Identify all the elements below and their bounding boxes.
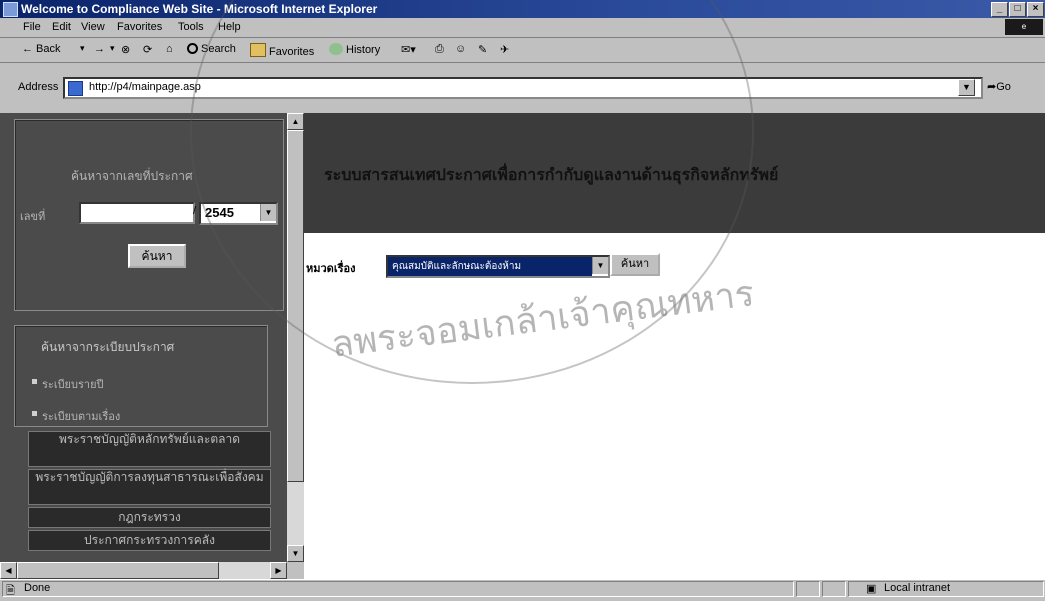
scroll-thumb[interactable] bbox=[287, 130, 304, 482]
home-icon[interactable]: ⌂ bbox=[166, 43, 173, 55]
favorites-icon bbox=[250, 43, 266, 57]
number-search-button[interactable]: ค้นหา bbox=[128, 244, 186, 268]
category-select[interactable]: คุณสมบัติและลักษณะต้องห้าม ▼ bbox=[386, 255, 610, 278]
nav-securities-act[interactable]: พระราชบัญญัติหลักทรัพย์และตลาด bbox=[28, 431, 271, 467]
history-icon bbox=[329, 43, 343, 55]
history-label: History bbox=[346, 44, 381, 56]
left-frame-vertical-scrollbar[interactable]: ▲ ▼ bbox=[287, 113, 304, 562]
search-icon bbox=[187, 43, 198, 54]
category-search-heading: ค้นหาจากระเบียบประกาศ bbox=[41, 340, 175, 354]
menu-favorites[interactable]: Favorites bbox=[117, 21, 162, 33]
header-banner: ระบบสารสนเทศประกาศเพื่อการกำกับดูแลงานด้… bbox=[304, 113, 1045, 233]
address-url[interactable]: http://p4/mainpage.asp bbox=[89, 81, 201, 93]
status-done-icon: 🗎 bbox=[6, 585, 15, 597]
window-title: Welcome to Compliance Web Site - Microso… bbox=[21, 2, 378, 16]
category-value: คุณสมบัติและลักษณะต้องห้าม bbox=[388, 257, 592, 276]
number-input[interactable] bbox=[79, 202, 195, 224]
status-text: Done bbox=[24, 582, 51, 594]
bullet-icon bbox=[32, 411, 37, 416]
year-select[interactable]: 2545 ▼ bbox=[199, 202, 278, 225]
scroll-thumb[interactable] bbox=[17, 562, 219, 579]
nav-finance-ministry-notice[interactable]: ประกาศกระทรวงการคลัง bbox=[28, 530, 271, 551]
close-button[interactable]: × bbox=[1027, 2, 1044, 17]
title-bar: Welcome to Compliance Web Site - Microso… bbox=[0, 0, 1045, 18]
yearly-link[interactable]: ระเบียบรายปี bbox=[42, 375, 104, 393]
toolbar: ← Back ▾ → ▾ ⊗ ⟳ ⌂ Search Favorites Hist… bbox=[0, 38, 1045, 63]
category-search-button[interactable]: ค้นหา bbox=[610, 253, 660, 276]
menu-file[interactable]: File bbox=[23, 21, 41, 33]
chevron-down-icon[interactable]: ▼ bbox=[260, 204, 276, 221]
scroll-up-icon[interactable]: ▲ bbox=[287, 113, 304, 130]
forward-button[interactable]: → bbox=[94, 43, 105, 55]
menu-tools[interactable]: Tools bbox=[178, 21, 204, 33]
left-frame-horizontal-scrollbar[interactable]: ◀ ▶ bbox=[0, 562, 287, 579]
category-label: หมวดเรื่อง bbox=[306, 263, 356, 275]
slash-separator: / bbox=[193, 205, 197, 217]
back-button[interactable]: ← Back bbox=[22, 43, 61, 55]
go-button[interactable]: ➦Go bbox=[987, 80, 1011, 93]
history-button[interactable]: History bbox=[329, 43, 380, 56]
stop-icon[interactable]: ⊗ bbox=[121, 43, 130, 56]
zone-text: Local intranet bbox=[884, 582, 951, 594]
right-frame: ระบบสารสนเทศประกาศเพื่อการกำกับดูแลงานด้… bbox=[304, 113, 1045, 579]
refresh-icon[interactable]: ⟳ bbox=[143, 43, 152, 56]
discuss-icon[interactable]: ✈ bbox=[500, 43, 509, 56]
menu-edit[interactable]: Edit bbox=[52, 21, 71, 33]
scroll-right-icon[interactable]: ▶ bbox=[270, 562, 287, 579]
status-bar: 🗎 Done ▣ Local intranet bbox=[0, 579, 1045, 597]
scroll-down-icon[interactable]: ▼ bbox=[287, 545, 304, 562]
bullet-icon bbox=[32, 379, 37, 384]
back-dropdown-icon[interactable]: ▾ bbox=[80, 43, 85, 54]
search-label: Search bbox=[201, 43, 236, 55]
status-text-cell bbox=[2, 581, 794, 597]
ie-throbber-icon: e bbox=[1005, 19, 1043, 35]
nav-public-investment-act[interactable]: พระราชบัญญัติการลงทุนสาธารณะเพื่อสังคม bbox=[28, 469, 271, 505]
address-dropdown-icon[interactable]: ▼ bbox=[958, 79, 975, 96]
menu-bar: File Edit View Favorites Tools Help e bbox=[0, 18, 1045, 38]
status-cell bbox=[822, 581, 846, 597]
number-label: เลขที่ bbox=[20, 211, 46, 223]
nav-ministerial-regulation[interactable]: กฎกระทรวง bbox=[28, 507, 271, 528]
menu-view[interactable]: View bbox=[81, 21, 105, 33]
search-button[interactable]: Search bbox=[187, 43, 236, 55]
menu-help[interactable]: Help bbox=[218, 21, 241, 33]
mail-icon[interactable]: ✉▾ bbox=[401, 43, 416, 56]
go-label: Go bbox=[996, 81, 1011, 93]
number-search-heading: ค้นหาจากเลขที่ประกาศ bbox=[71, 169, 193, 183]
address-bar: Address http://p4/mainpage.asp ▼ ➦Go bbox=[0, 63, 1045, 113]
subject-link[interactable]: ระเบียบตามเรื่อง bbox=[42, 407, 120, 425]
favorites-button[interactable]: Favorites bbox=[250, 43, 314, 58]
address-field[interactable]: http://p4/mainpage.asp bbox=[63, 77, 983, 99]
print-icon[interactable]: ⎙ bbox=[435, 43, 444, 56]
banner-title: ระบบสารสนเทศประกาศเพื่อการกำกับดูแลงานด้… bbox=[324, 167, 779, 184]
address-label: Address bbox=[18, 81, 59, 93]
messenger-icon[interactable]: ☺ bbox=[455, 43, 466, 55]
page-icon bbox=[68, 81, 83, 96]
chevron-down-icon[interactable]: ▼ bbox=[592, 257, 608, 274]
left-frame: ค้นหาจากเลขที่ประกาศ เลขที่ / 2545 ▼ ค้น… bbox=[0, 113, 287, 562]
year-value: 2545 bbox=[205, 205, 234, 220]
intranet-icon: ▣ bbox=[866, 583, 877, 595]
favorites-label: Favorites bbox=[269, 46, 315, 58]
forward-dropdown-icon[interactable]: ▾ bbox=[110, 43, 115, 54]
scroll-left-icon[interactable]: ◀ bbox=[0, 562, 17, 579]
edit-icon[interactable]: ✎ bbox=[478, 43, 487, 56]
minimize-button[interactable]: _ bbox=[991, 2, 1008, 17]
maximize-button[interactable]: □ bbox=[1009, 2, 1026, 17]
status-cell bbox=[796, 581, 820, 597]
ie-icon bbox=[3, 2, 18, 17]
